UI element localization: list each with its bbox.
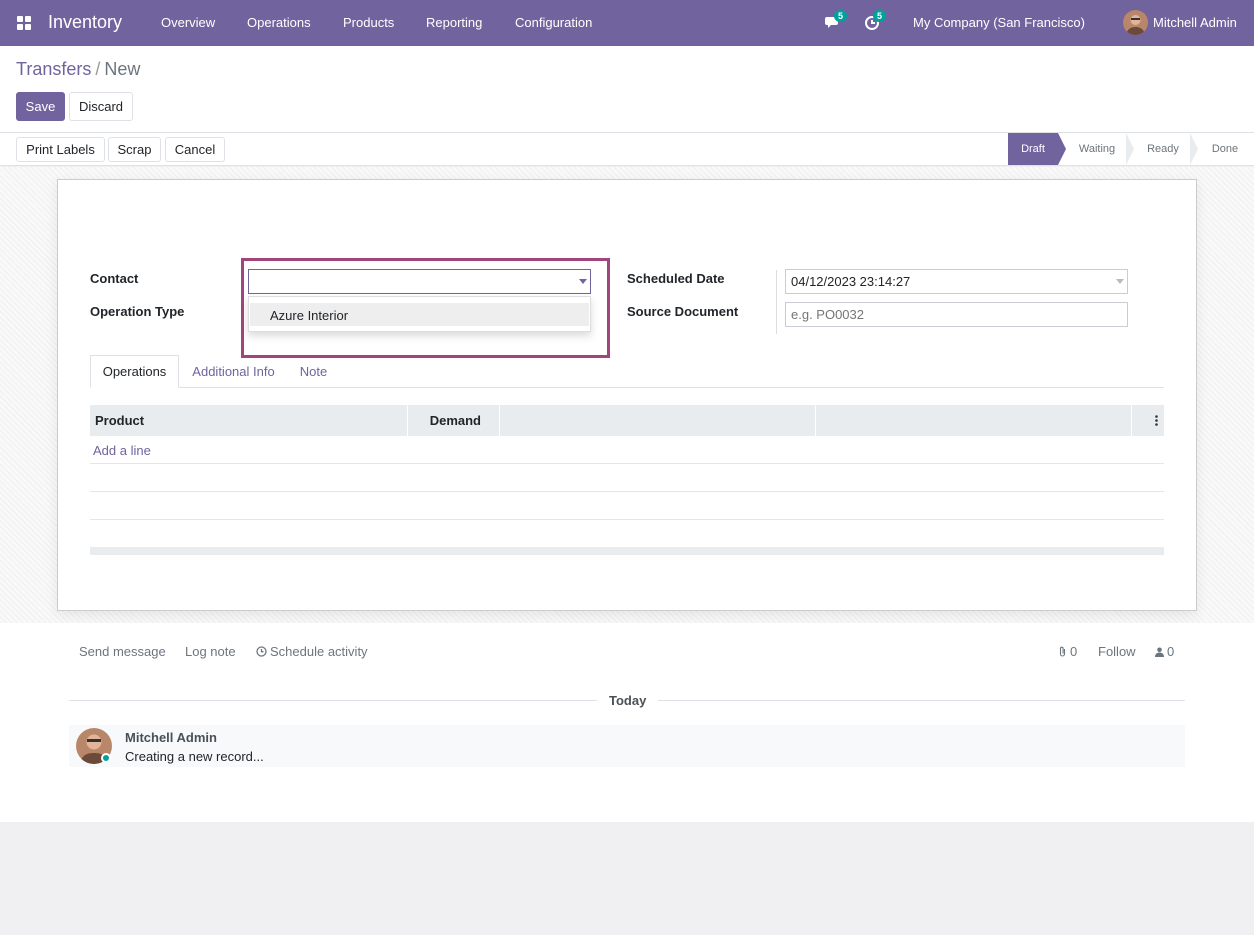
form-statusbar: Print Labels Scrap Cancel Draft Waiting … [0, 133, 1254, 166]
save-button[interactable]: Save [16, 92, 65, 121]
column-empty-1 [500, 405, 816, 436]
date-separator: Today [609, 693, 647, 708]
log-note-button[interactable]: Log note [185, 644, 236, 659]
user-menu[interactable]: Mitchell Admin [1153, 15, 1237, 30]
print-labels-button[interactable]: Print Labels [16, 137, 105, 162]
stage-draft: Draft [1008, 133, 1058, 165]
company-switcher[interactable]: My Company (San Francisco) [913, 15, 1085, 30]
stage-arrow [1190, 133, 1198, 165]
schedule-activity-label: Schedule activity [270, 644, 368, 659]
table-row [90, 436, 1164, 464]
stage-done[interactable]: Done [1200, 133, 1250, 165]
message-body: Creating a new record... [125, 749, 264, 764]
breadcrumb-separator: / [95, 59, 101, 79]
scheduled-date-input[interactable]: 04/12/2023 23:14:27 [785, 269, 1128, 294]
menu-products[interactable]: Products [343, 15, 394, 30]
activity-clock-icon[interactable]: 5 [864, 10, 887, 32]
followers-count: 0 [1167, 644, 1175, 659]
followers-button[interactable]: 0 [1155, 644, 1174, 659]
breadcrumb-current: New [104, 59, 141, 79]
menu-configuration[interactable]: Configuration [515, 15, 592, 30]
user-avatar[interactable] [1123, 10, 1148, 35]
cancel-button[interactable]: Cancel [165, 137, 225, 162]
menu-operations[interactable]: Operations [247, 15, 311, 30]
contact-dropdown-caret-icon[interactable] [579, 279, 587, 284]
paperclip-icon [1059, 646, 1066, 657]
stage-ready[interactable]: Ready [1136, 133, 1190, 165]
column-empty-2 [816, 405, 1132, 436]
apps-menu-icon[interactable] [17, 16, 31, 30]
top-navbar: Inventory Overview Operations Products R… [0, 0, 1254, 46]
date-separator-line [69, 700, 597, 701]
table-footer [90, 547, 1164, 555]
form-column-divider [776, 270, 777, 334]
tab-note[interactable]: Note [293, 355, 334, 388]
stage-arrow [1126, 133, 1134, 165]
source-document-label: Source Document [627, 304, 739, 319]
send-message-button[interactable]: Send message [79, 644, 166, 659]
column-demand[interactable]: Demand [408, 405, 500, 436]
table-row [90, 492, 1164, 520]
messages-badge: 5 [834, 10, 848, 22]
app-name[interactable]: Inventory [48, 12, 122, 33]
control-panel: Transfers / New Save Discard [0, 46, 1254, 133]
optional-columns-icon[interactable] [1132, 405, 1164, 436]
breadcrumb-transfers[interactable]: Transfers [16, 59, 91, 79]
table-row [90, 464, 1164, 492]
column-product[interactable]: Product [90, 405, 408, 436]
add-line-link[interactable]: Add a line [93, 443, 151, 458]
user-icon [1155, 647, 1164, 657]
discard-button[interactable]: Discard [69, 92, 133, 121]
breadcrumb: Transfers / New [16, 59, 140, 80]
date-separator-line [658, 700, 1185, 701]
scrap-button[interactable]: Scrap [108, 137, 161, 162]
activities-badge: 5 [873, 10, 887, 22]
follow-button[interactable]: Follow [1098, 644, 1136, 659]
stage-waiting[interactable]: Waiting [1068, 133, 1126, 165]
contact-input[interactable] [248, 269, 591, 294]
stage-arrow [1058, 133, 1066, 165]
online-status-icon [101, 753, 111, 763]
menu-reporting[interactable]: Reporting [426, 15, 482, 30]
clock-icon [256, 646, 267, 657]
schedule-activity-button[interactable]: Schedule activity [256, 644, 368, 659]
source-document-input[interactable] [785, 302, 1128, 327]
contact-label: Contact [90, 271, 139, 286]
message-author[interactable]: Mitchell Admin [125, 730, 217, 745]
attachments-button[interactable]: 0 [1058, 644, 1077, 659]
tab-operations[interactable]: Operations [90, 355, 179, 388]
operations-table-header: Product Demand [90, 405, 1164, 436]
scheduled-date-label: Scheduled Date [627, 271, 725, 286]
messages-icon[interactable]: 5 [825, 10, 848, 32]
operation-type-label: Operation Type [90, 304, 185, 319]
date-dropdown-caret-icon[interactable] [1116, 279, 1124, 284]
attachments-count: 0 [1070, 644, 1078, 659]
dropdown-option-azure-interior[interactable]: Azure Interior [250, 303, 589, 326]
tab-additional-info[interactable]: Additional Info [186, 355, 281, 388]
contact-autocomplete-dropdown: Azure Interior [248, 296, 591, 332]
menu-overview[interactable]: Overview [161, 15, 215, 30]
